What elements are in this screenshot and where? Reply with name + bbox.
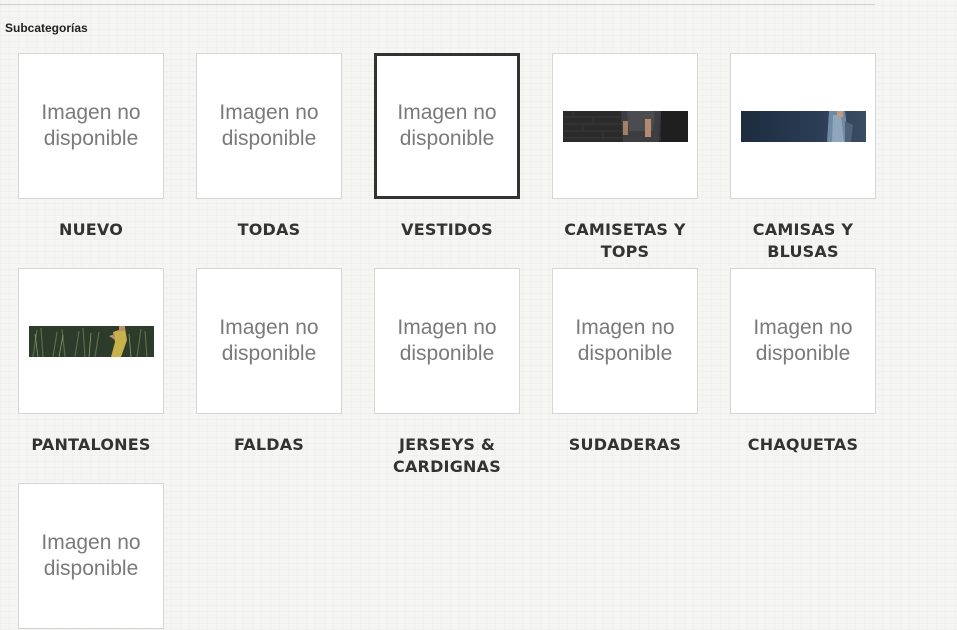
subcategory-thumbnail[interactable]: Imagen no disponible <box>552 268 698 414</box>
image-unavailable-text: Imagen no disponible <box>397 316 497 365</box>
subcategory-link[interactable]: CHAQUETAS <box>730 434 876 456</box>
subcategory-tile-vestidos: Imagen no disponible VESTIDOS <box>374 53 520 241</box>
category-photo <box>28 325 154 357</box>
subcategory-thumbnail[interactable]: Imagen no disponible <box>18 483 164 629</box>
subcategory-thumbnail[interactable]: Imagen no disponible <box>18 53 164 199</box>
subcategory-thumbnail[interactable] <box>730 53 876 199</box>
subcategory-tile-faldas: Imagen no disponible FALDAS <box>196 268 342 456</box>
image-unavailable-text: Imagen no disponible <box>397 101 497 150</box>
subcategories-page: Subcategorías Imagen no disponible NUEVO… <box>0 0 957 630</box>
subcategory-link[interactable]: PANTALONES <box>18 434 164 456</box>
subcategory-tile-sudaderas: Imagen no disponible SUDADERAS <box>552 268 698 456</box>
model-photo-grass <box>28 325 154 357</box>
subcategory-tile-pantalones: PANTALONES <box>18 268 164 456</box>
image-unavailable-text: Imagen no disponible <box>219 316 319 365</box>
subcategory-link[interactable]: VESTIDOS <box>374 219 520 241</box>
subcategory-tile-camisas: CAMISAS Y BLUSAS <box>730 53 876 263</box>
subcategory-thumbnail[interactable] <box>552 53 698 199</box>
subcategory-link[interactable]: JERSEYS & CARDIGNAS <box>374 434 520 478</box>
subcategory-link[interactable]: NUEVO <box>18 219 164 241</box>
subcategory-thumbnail[interactable]: Imagen no disponible <box>196 268 342 414</box>
subcategory-link[interactable]: SUDADERAS <box>552 434 698 456</box>
subcategory-thumbnail[interactable]: Imagen no disponible <box>374 268 520 414</box>
subcategory-tile-todas: Imagen no disponible TODAS <box>196 53 342 241</box>
section-title: Subcategorías <box>5 21 88 35</box>
subcategory-link[interactable]: FALDAS <box>196 434 342 456</box>
image-unavailable-text: Imagen no disponible <box>41 531 141 580</box>
subcategory-thumbnail[interactable]: Imagen no disponible <box>730 268 876 414</box>
model-photo-brick-wall <box>562 110 688 142</box>
category-photo <box>740 110 866 142</box>
subcategory-tile-jerseys: Imagen no disponible JERSEYS & CARDIGNAS <box>374 268 520 478</box>
category-photo <box>562 110 688 142</box>
subcategory-link[interactable]: CAMISAS Y BLUSAS <box>730 219 876 263</box>
subcategory-tile-camisetas: CAMISETAS Y TOPS <box>552 53 698 263</box>
subcategory-link[interactable]: TODAS <box>196 219 342 241</box>
subcategory-thumbnail-selected[interactable]: Imagen no disponible <box>374 53 520 199</box>
subcategory-tile-nuevo: Imagen no disponible NUEVO <box>18 53 164 241</box>
image-unavailable-text: Imagen no disponible <box>219 101 319 150</box>
subcategory-thumbnail[interactable] <box>18 268 164 414</box>
image-unavailable-text: Imagen no disponible <box>575 316 675 365</box>
model-photo-navy <box>740 110 866 142</box>
subcategory-thumbnail[interactable]: Imagen no disponible <box>196 53 342 199</box>
subcategory-tile-chaquetas: Imagen no disponible CHAQUETAS <box>730 268 876 456</box>
subcategory-tile-extra: Imagen no disponible <box>18 483 164 629</box>
image-unavailable-text: Imagen no disponible <box>41 101 141 150</box>
subcategory-link[interactable]: CAMISETAS Y TOPS <box>552 219 698 263</box>
top-divider <box>0 4 875 5</box>
image-unavailable-text: Imagen no disponible <box>753 316 853 365</box>
